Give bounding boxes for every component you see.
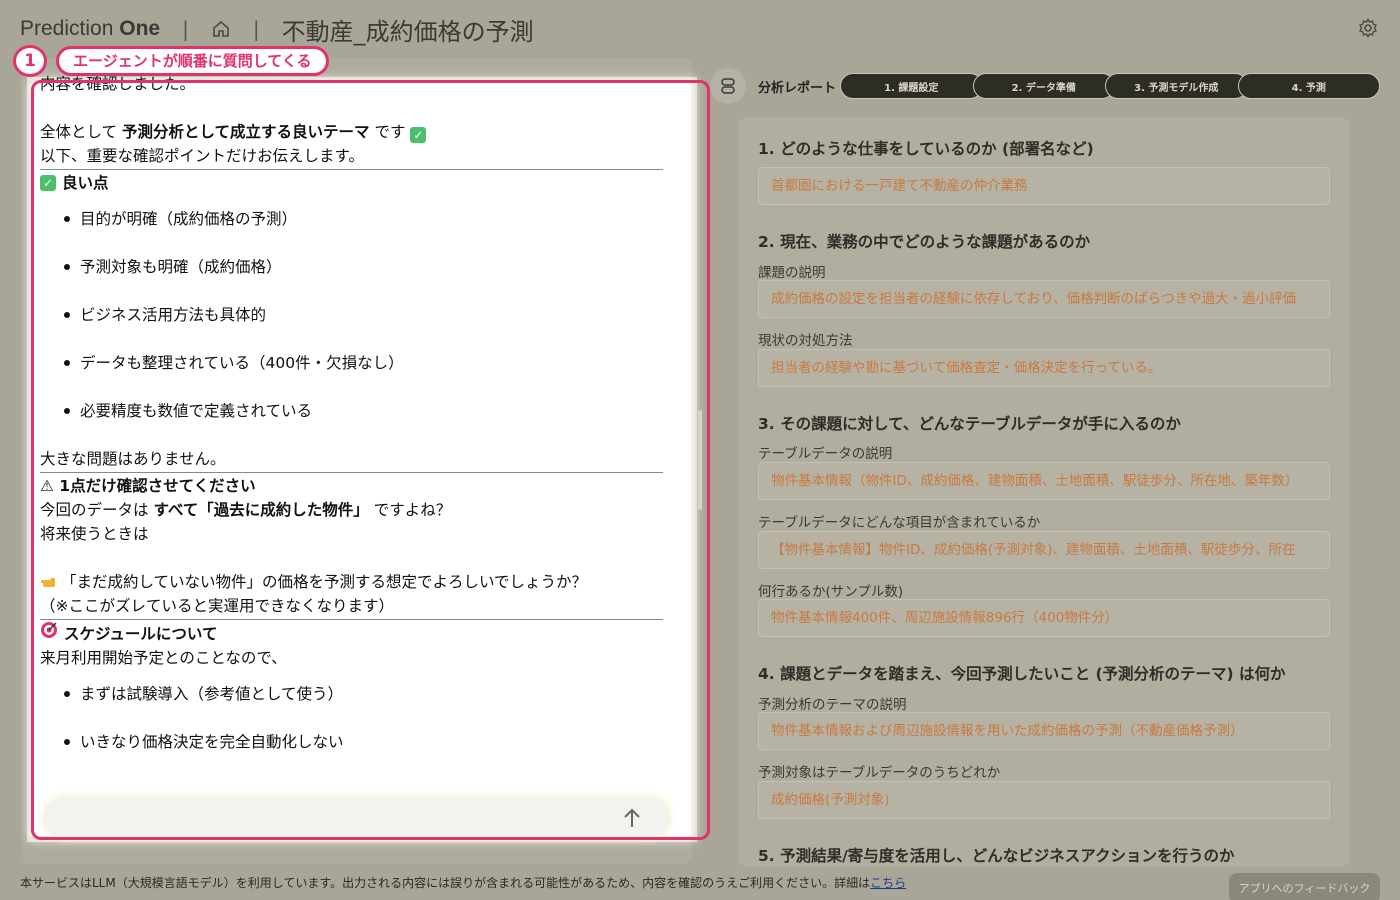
field-label: 課題の説明 [758, 265, 826, 281]
section-title: 5. 予測結果/寄与度を活用し、どんなビジネスアクションを行うのか [758, 847, 1235, 865]
schedule-list: まずは試験導入（参考値として使う） いきなり価格決定を完全自動化しない [40, 682, 665, 754]
chat-text: （※ここがズレていると実運用できなくなります） [40, 597, 394, 615]
current-method-field[interactable]: 担当者の経験や勘に基づいて価格査定・価格決定を行っている。 [758, 349, 1330, 387]
send-button[interactable] [622, 807, 642, 832]
list-item: まずは試験導入（参考値として使う） [62, 682, 665, 706]
section-heading-schedule: スケジュールについて [40, 621, 665, 646]
field-label: テーブルデータにどんな項目が含まれているか [758, 515, 1041, 531]
details-link[interactable]: こちら [870, 876, 906, 890]
field-label: テーブルデータの説明 [758, 446, 893, 462]
header-separator: | [182, 17, 189, 41]
step-4[interactable]: 4. 予測 [1237, 73, 1380, 99]
list-item: いきなり価格決定を完全自動化しない [62, 730, 665, 754]
annotation-number: 1 [13, 45, 47, 77]
chat-text: 今回のデータは すべて「過去に成約した物件」 ですよね？ [40, 501, 452, 519]
list-item: 目的が明確（成約価格の予測） [62, 207, 665, 231]
chat-text: 将来使うときは [40, 525, 149, 543]
chat-message: 内容を確認しました。 全体として 予測分析として成立する良いテーマ です ✓ 以… [40, 72, 665, 790]
step-3[interactable]: 3. 予測モデル作成 [1105, 73, 1248, 99]
target-field[interactable]: 成約価格(予測対象) [758, 781, 1330, 819]
home-icon[interactable] [211, 19, 231, 39]
check-icon: ✓ [410, 127, 427, 143]
list-item: 必要精度も数値で定義されている [62, 399, 665, 423]
theme-field[interactable]: 物件基本情報および周辺施設情報を用いた成約価格の予測（不動産価格予測） [758, 712, 1330, 750]
list-item: データも整理されている（400件・欠損なし） [62, 351, 665, 375]
footer-disclaimer: 本サービスはLLM（大規模言語モデル）を利用しています。出力される内容には誤りが… [20, 876, 907, 890]
step-2[interactable]: 2. データ準備 [972, 73, 1115, 99]
chat-text: 全体として 予測分析として成立する良いテーマ です ✓ [40, 120, 665, 144]
check-icon: ✓ [40, 175, 56, 191]
report-label: 分析レポート [758, 81, 837, 96]
section-heading-good: ✓ 良い点 [40, 171, 665, 195]
sample-count-field[interactable]: 物件基本情報400件、周辺施設情報896行（400物件分） [758, 599, 1330, 637]
field-label: 予測分析のテーマの説明 [758, 697, 907, 713]
chat-scrollbar[interactable] [698, 410, 702, 510]
arrow-up-icon [624, 808, 640, 827]
chat-text: 来月利用開始予定とのことなので、 [40, 649, 287, 667]
step-progress: 1. 課題設定 2. データ準備 3. 予測モデル作成 4. 予測 [840, 73, 1380, 99]
panel-toggle-icon[interactable] [710, 68, 746, 104]
gear-icon[interactable] [1358, 18, 1378, 42]
chat-input[interactable] [44, 797, 670, 839]
chat-text: 「まだ成約していない物件」の価格を予測する想定でよろしいでしょうか？ [40, 570, 665, 594]
good-points-list: 目的が明確（成約価格の予測） 予測対象も明確（成約価格） ビジネス活用方法も具体… [40, 207, 665, 423]
section-title: 2. 現在、業務の中でどのような課題があるのか [758, 233, 1091, 251]
chat-text: 以下、重要な確認ポイントだけお伝えします。 [40, 147, 364, 165]
chat-bold-text: すべて「過去に成約した物件」 [153, 501, 369, 519]
list-item: 予測対象も明確（成約価格） [62, 255, 665, 279]
section-title: 4. 課題とデータを踏まえ、今回予測したいこと (予測分析のテーマ) は何か [758, 665, 1286, 683]
field-label: 何行あるか(サンプル数) [758, 584, 904, 600]
list-item: ビジネス活用方法も具体的 [62, 303, 665, 327]
target-icon [40, 621, 58, 646]
field-label: 現状の対処方法 [758, 333, 853, 349]
annotation-label: エージェントが順番に質問してくる [56, 46, 329, 76]
app-brand[interactable]: Prediction One [20, 17, 160, 41]
table-description-field[interactable]: 物件基本情報（物件ID、成約価格、建物面積、土地面積、駅徒歩分、所在地、築年数） [758, 462, 1330, 500]
chat-bold-text: 予測分析として成立する良いテーマ [121, 123, 370, 141]
section-title: 3. その課題に対して、どんなテーブルデータが手に入るのか [758, 415, 1181, 433]
page-title: 不動産_成約価格の予測 [281, 17, 534, 46]
table-columns-field[interactable]: 【物件基本情報】物件ID、成約価格(予測対象)、建物面積、土地面積、駅徒歩分、所… [758, 531, 1330, 569]
brand-bold: One [119, 17, 161, 40]
report-card: 1. どのような仕事をしているのか (部署名など) 首都圏における一戸建て不動産… [738, 117, 1350, 867]
field-label: 予測対象はテーブルデータのうちどれか [758, 765, 1001, 781]
section-heading-confirm: ⚠ 1点だけ確認させてください [40, 477, 256, 495]
issue-field[interactable]: 成約価格の設定を担当者の経験に依存しており、価格判断のばらつきや過大・過小評価 [758, 280, 1330, 318]
section-title: 1. どのような仕事をしているのか (部署名など) [758, 140, 1094, 158]
step-1[interactable]: 1. 課題設定 [840, 73, 983, 99]
divider [40, 169, 663, 170]
brand-light: Prediction [20, 17, 114, 40]
divider [40, 472, 663, 473]
job-field[interactable]: 首都圏における一戸建て不動産の仲介業務 [758, 167, 1330, 205]
feedback-button[interactable]: アプリへのフィードバック [1229, 873, 1380, 900]
chat-text: 大きな問題はありません。 [40, 450, 226, 468]
pointing-hand-icon [40, 573, 61, 591]
divider [40, 619, 663, 620]
header-separator: | [252, 17, 260, 41]
